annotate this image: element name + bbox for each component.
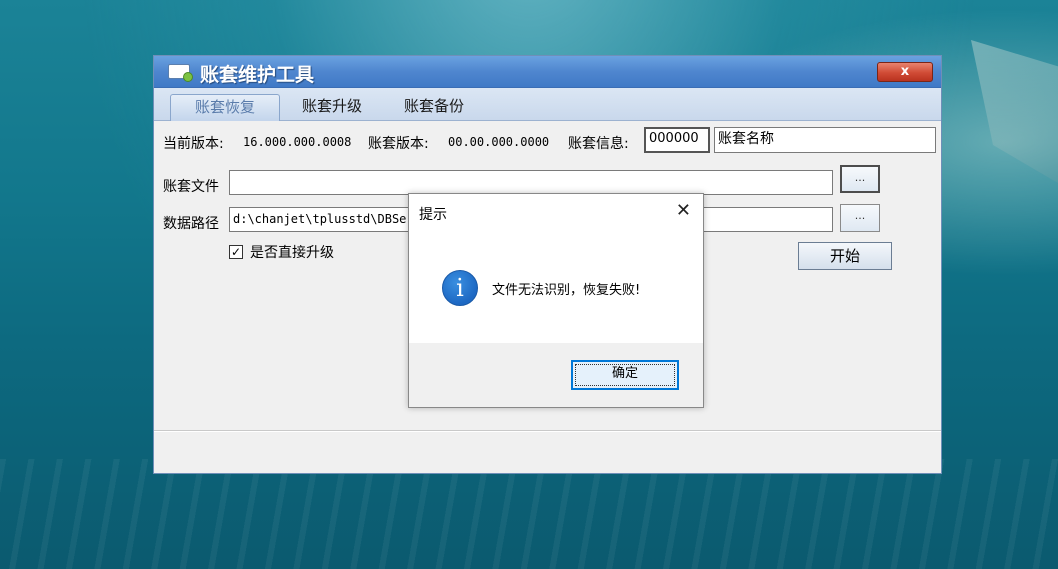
account-info-label: 账套信息: (568, 136, 629, 152)
desktop-wallpaper-shape (971, 40, 1058, 190)
tab-account-restore[interactable]: 账套恢复 (170, 94, 280, 121)
account-file-input[interactable] (229, 170, 833, 195)
window-title: 账套维护工具 (200, 64, 315, 86)
info-icon: i (442, 270, 478, 306)
data-path-label: 数据路径 (163, 216, 219, 232)
title-bar[interactable]: 账套维护工具 x (154, 56, 941, 88)
status-bar-divider (154, 430, 941, 432)
direct-upgrade-label: 是否直接升级 (250, 245, 334, 261)
current-version-label: 当前版本: (163, 136, 224, 152)
data-path-browse-button[interactable]: ... (840, 204, 880, 232)
desktop-light-rays (0, 459, 1058, 569)
tab-account-backup[interactable]: 账套备份 (386, 94, 482, 121)
dialog-close-icon[interactable]: ✕ (676, 202, 691, 220)
close-icon: x (900, 64, 910, 79)
tab-account-upgrade[interactable]: 账套升级 (284, 94, 380, 121)
tab-strip: 账套恢复 账套升级 账套备份 (154, 88, 941, 121)
dialog-title: 提示 (419, 207, 447, 223)
current-version-value: 16.000.000.0008 (243, 135, 352, 149)
account-version-label: 账套版本: (368, 136, 429, 152)
start-button[interactable]: 开始 (798, 242, 892, 270)
dialog-message: 文件无法识别，恢复失败! (492, 283, 641, 298)
account-file-browse-button[interactable]: ... (840, 165, 880, 193)
close-button[interactable]: x (877, 62, 933, 82)
account-code-field[interactable]: 000000 (644, 127, 710, 153)
app-icon (168, 64, 193, 82)
account-name-field[interactable]: 账套名称 (714, 127, 936, 153)
message-dialog: 提示 ✕ i 文件无法识别，恢复失败! 确定 (408, 193, 704, 408)
account-version-value: 00.00.000.0000 (448, 135, 550, 149)
ok-button[interactable]: 确定 (571, 360, 679, 390)
direct-upgrade-checkbox[interactable]: ✓ (229, 245, 243, 259)
account-file-label: 账套文件 (163, 179, 219, 195)
